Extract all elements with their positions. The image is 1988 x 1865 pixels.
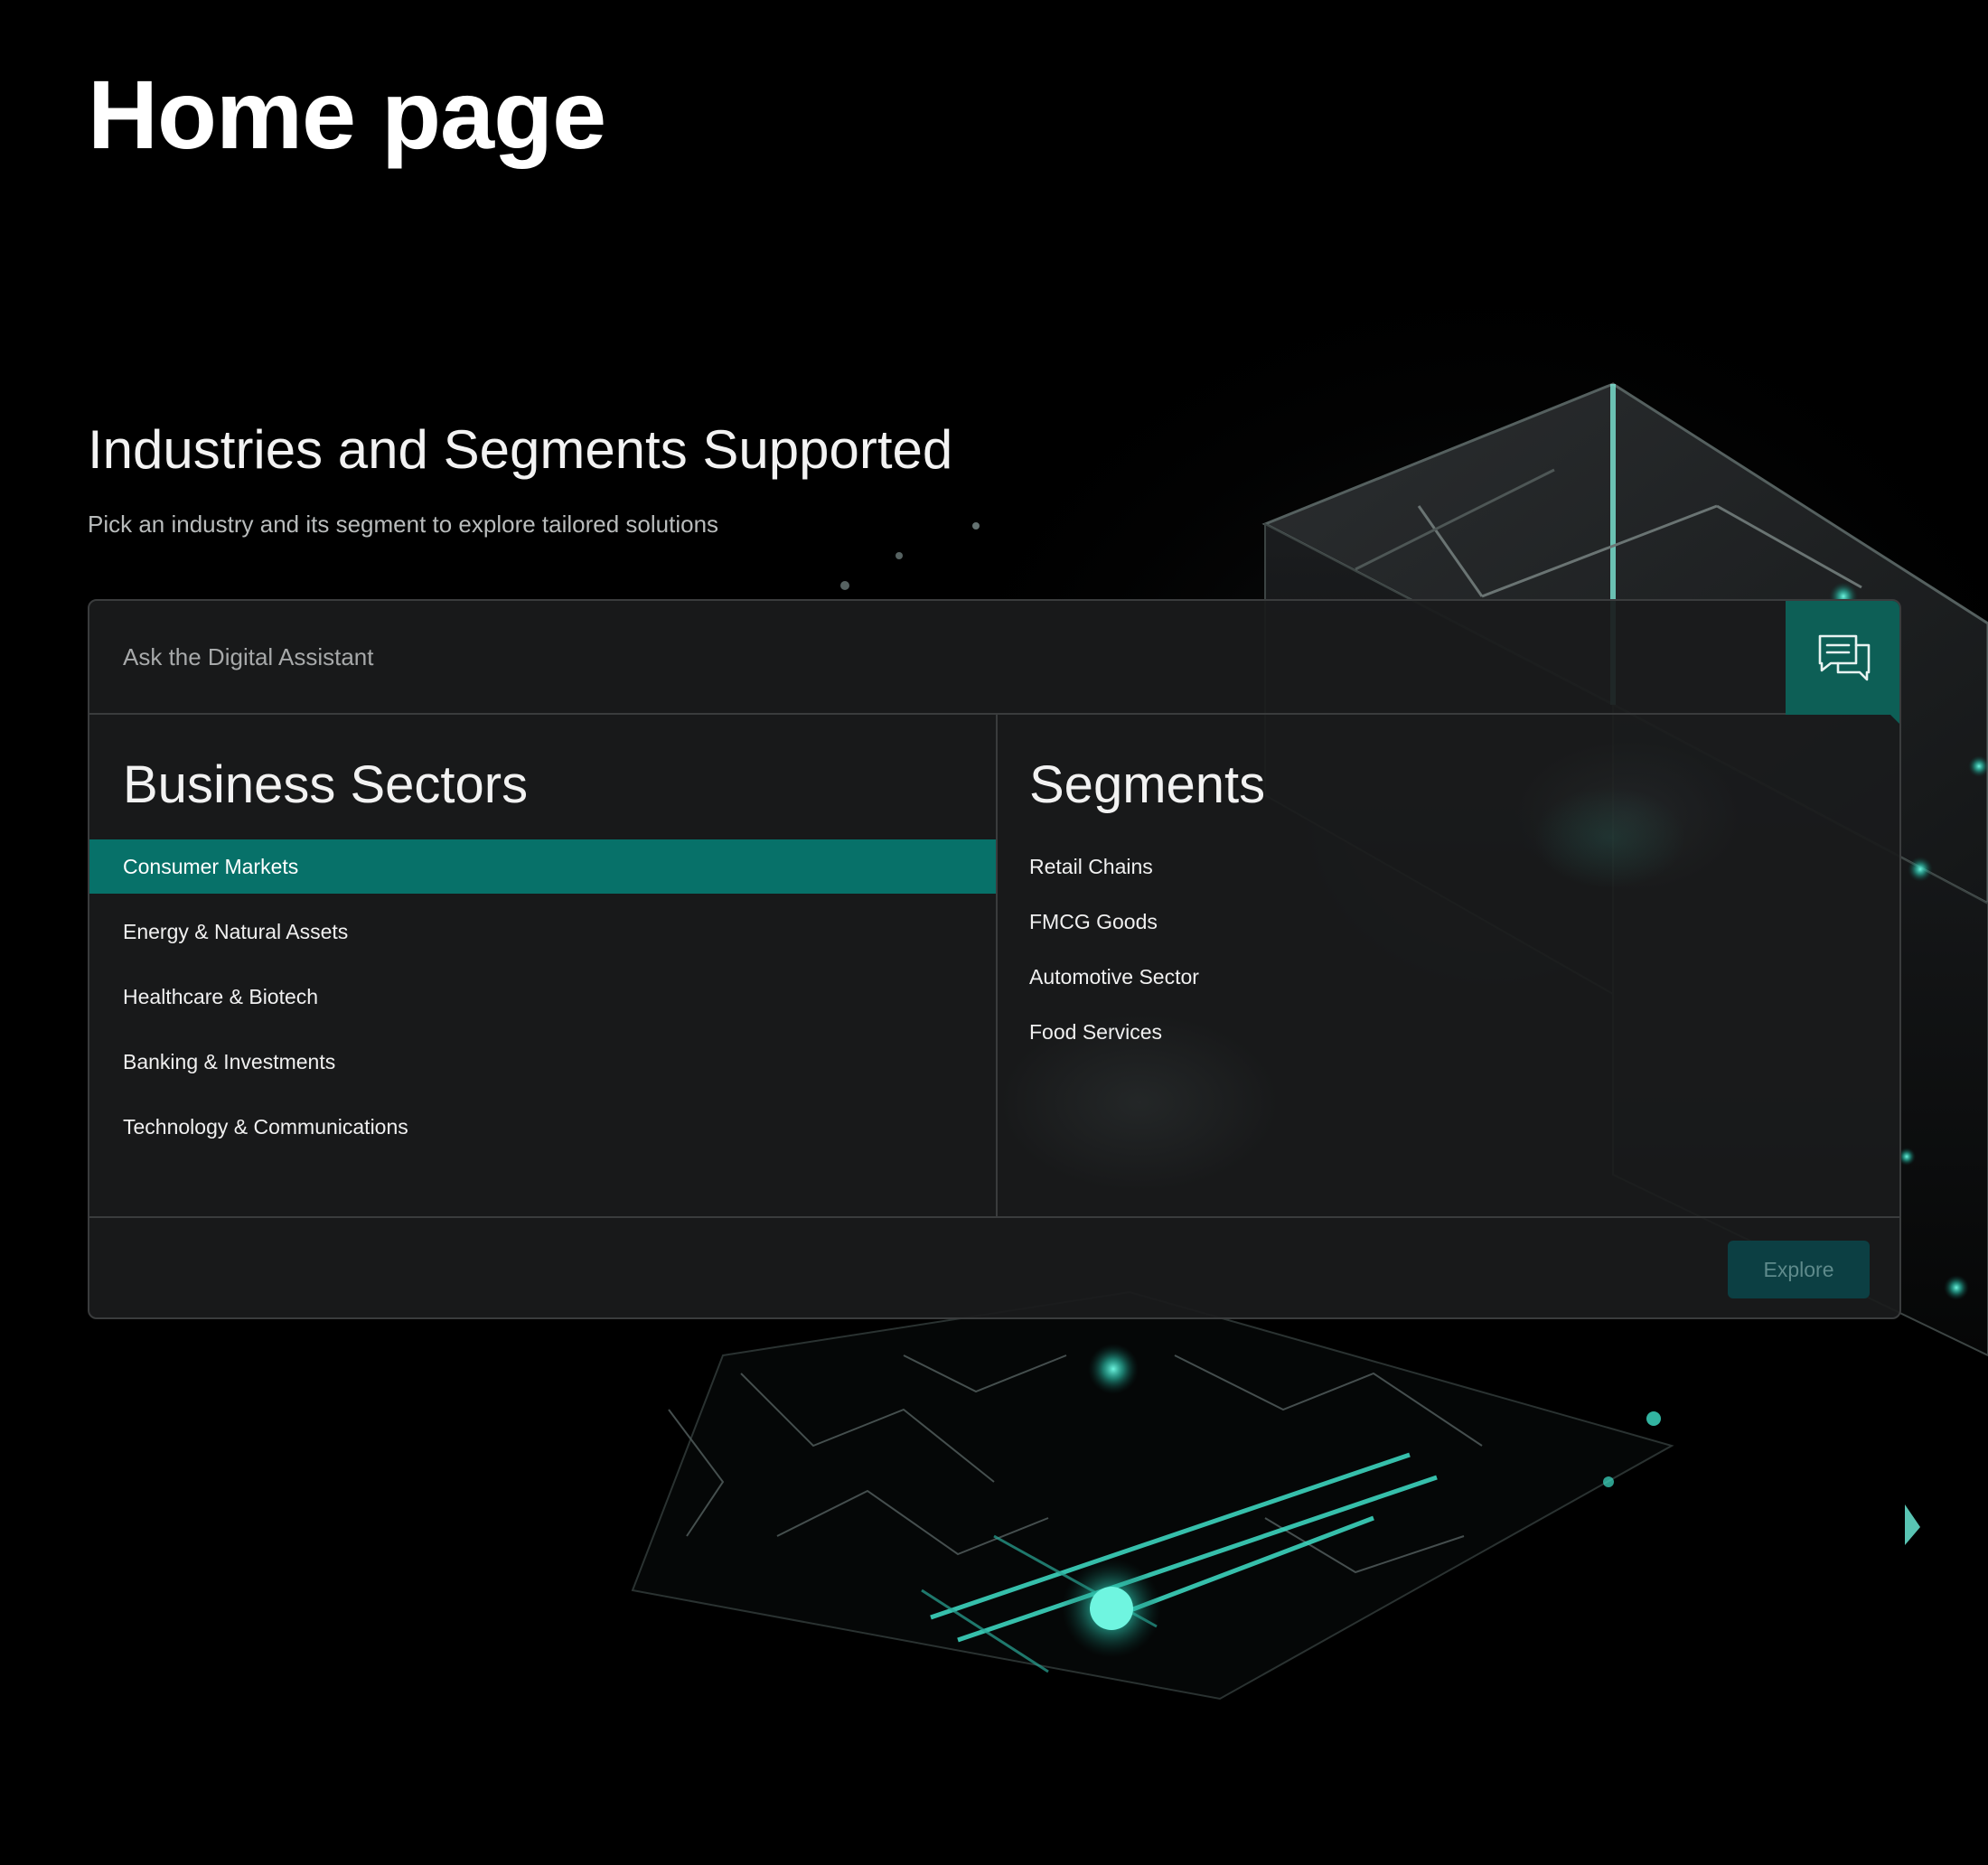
section-subtitle: Pick an industry and its segment to expl… xyxy=(88,511,719,538)
segment-item-retail-chains[interactable]: Retail Chains xyxy=(998,839,1899,895)
segment-item-fmcg-goods[interactable]: FMCG Goods xyxy=(998,895,1899,950)
business-sectors-heading: Business Sectors xyxy=(123,755,529,814)
assistant-chat-button[interactable] xyxy=(1786,601,1899,727)
business-sectors-column: Business Sectors Consumer Markets Energy… xyxy=(89,715,998,1216)
section-title: Industries and Segments Supported xyxy=(88,419,953,480)
segments-heading: Segments xyxy=(1029,755,1266,814)
assistant-input[interactable] xyxy=(89,601,1786,713)
home-page: Home page Industries and Segments Suppor… xyxy=(0,0,1988,1865)
page-title: Home page xyxy=(88,60,606,169)
chat-bubbles-icon xyxy=(1818,634,1871,681)
sector-item-banking-investments[interactable]: Banking & Investments xyxy=(89,1035,996,1089)
industry-selector-panel: Business Sectors Consumer Markets Energy… xyxy=(88,599,1901,1319)
sector-item-consumer-markets[interactable]: Consumer Markets xyxy=(89,839,996,894)
segment-item-automotive-sector[interactable]: Automotive Sector xyxy=(998,950,1899,1005)
sector-item-healthcare-biotech[interactable]: Healthcare & Biotech xyxy=(89,970,996,1024)
sector-item-energy-natural-assets[interactable]: Energy & Natural Assets xyxy=(89,904,996,959)
sector-item-technology-communications[interactable]: Technology & Communications xyxy=(89,1100,996,1154)
segments-column: Segments Retail Chains FMCG Goods Automo… xyxy=(998,715,1899,1216)
segment-item-food-services[interactable]: Food Services xyxy=(998,1005,1899,1060)
selector-columns: Business Sectors Consumer Markets Energy… xyxy=(89,715,1899,1218)
explore-button[interactable]: Explore xyxy=(1728,1241,1870,1298)
sector-list: Consumer Markets Energy & Natural Assets… xyxy=(89,839,996,1165)
assistant-bar xyxy=(89,601,1786,715)
panel-footer: Explore xyxy=(89,1218,1899,1317)
segment-list: Retail Chains FMCG Goods Automotive Sect… xyxy=(998,839,1899,1060)
